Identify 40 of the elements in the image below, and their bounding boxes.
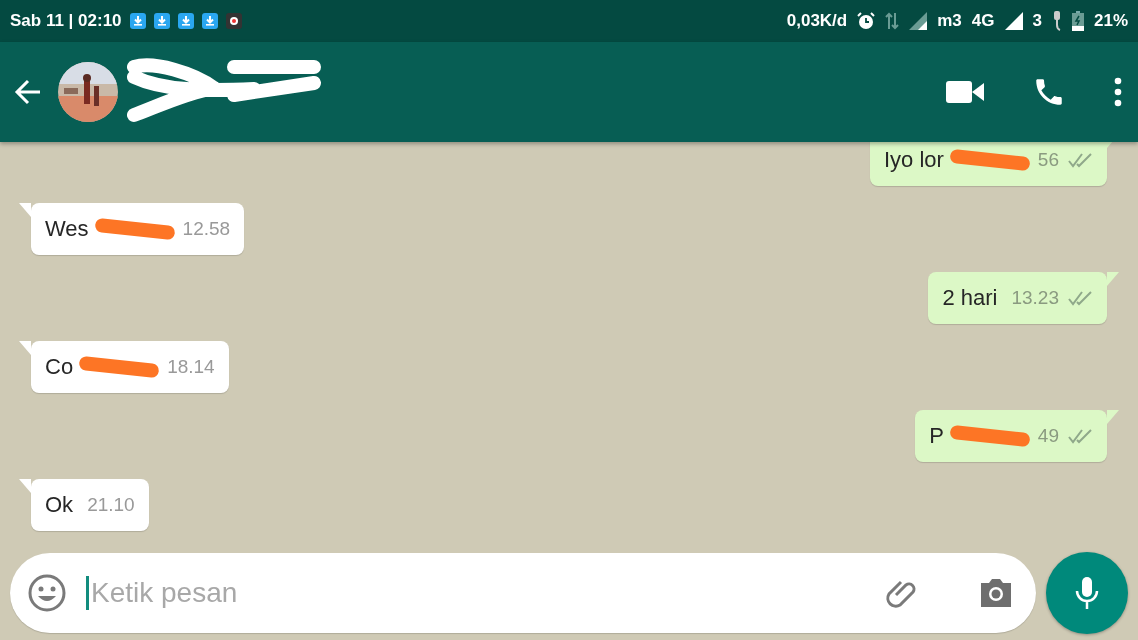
charging-plug-icon xyxy=(1051,10,1062,31)
message-text: P xyxy=(929,423,944,450)
network-speed: 0,03K/d xyxy=(786,10,848,31)
message-time: 21.10 xyxy=(87,494,135,517)
message-field[interactable]: Ketik pesan xyxy=(10,553,1036,634)
download-notification-icon xyxy=(129,12,146,29)
message-time: 49 xyxy=(1037,425,1059,448)
record-notification-icon xyxy=(225,12,242,29)
emoji-button[interactable] xyxy=(28,574,66,613)
message-text: Wes xyxy=(45,216,89,243)
video-camera-icon xyxy=(946,79,984,104)
message-time: 18.14 xyxy=(167,356,215,379)
message-text: 2 hari xyxy=(942,285,998,312)
carrier-name: m3 xyxy=(937,10,962,31)
battery-percent: 21% xyxy=(1093,10,1128,31)
download-notification-icon xyxy=(153,12,170,29)
message-text: Iyo lor xyxy=(883,147,944,174)
sim-number: 3 xyxy=(1032,10,1042,31)
signal-icon xyxy=(909,11,928,30)
video-call-button[interactable] xyxy=(946,79,984,104)
battery-icon xyxy=(1071,10,1084,31)
signal-icon xyxy=(1004,11,1023,30)
message-time: 13.23 xyxy=(1011,287,1059,310)
message-time: 56 xyxy=(1037,149,1059,172)
network-type: 4G xyxy=(971,10,995,31)
microphone-icon xyxy=(1075,575,1099,612)
data-arrows-icon xyxy=(885,11,900,30)
status-time: Sab 11 | 02:10 xyxy=(10,10,122,31)
message-text: Co xyxy=(45,354,74,381)
camera-button[interactable] xyxy=(978,577,1014,610)
download-notification-icon xyxy=(177,12,194,29)
message-time: 12.58 xyxy=(182,218,231,241)
more-options-button[interactable] xyxy=(1114,76,1122,107)
menu-icon xyxy=(1114,76,1122,107)
voice-record-button[interactable] xyxy=(1046,552,1128,635)
message-text: Ok xyxy=(45,492,74,519)
camera-icon xyxy=(978,577,1014,610)
smiley-icon xyxy=(28,574,66,613)
alarm-icon xyxy=(857,11,876,30)
download-notification-icon xyxy=(201,12,218,29)
